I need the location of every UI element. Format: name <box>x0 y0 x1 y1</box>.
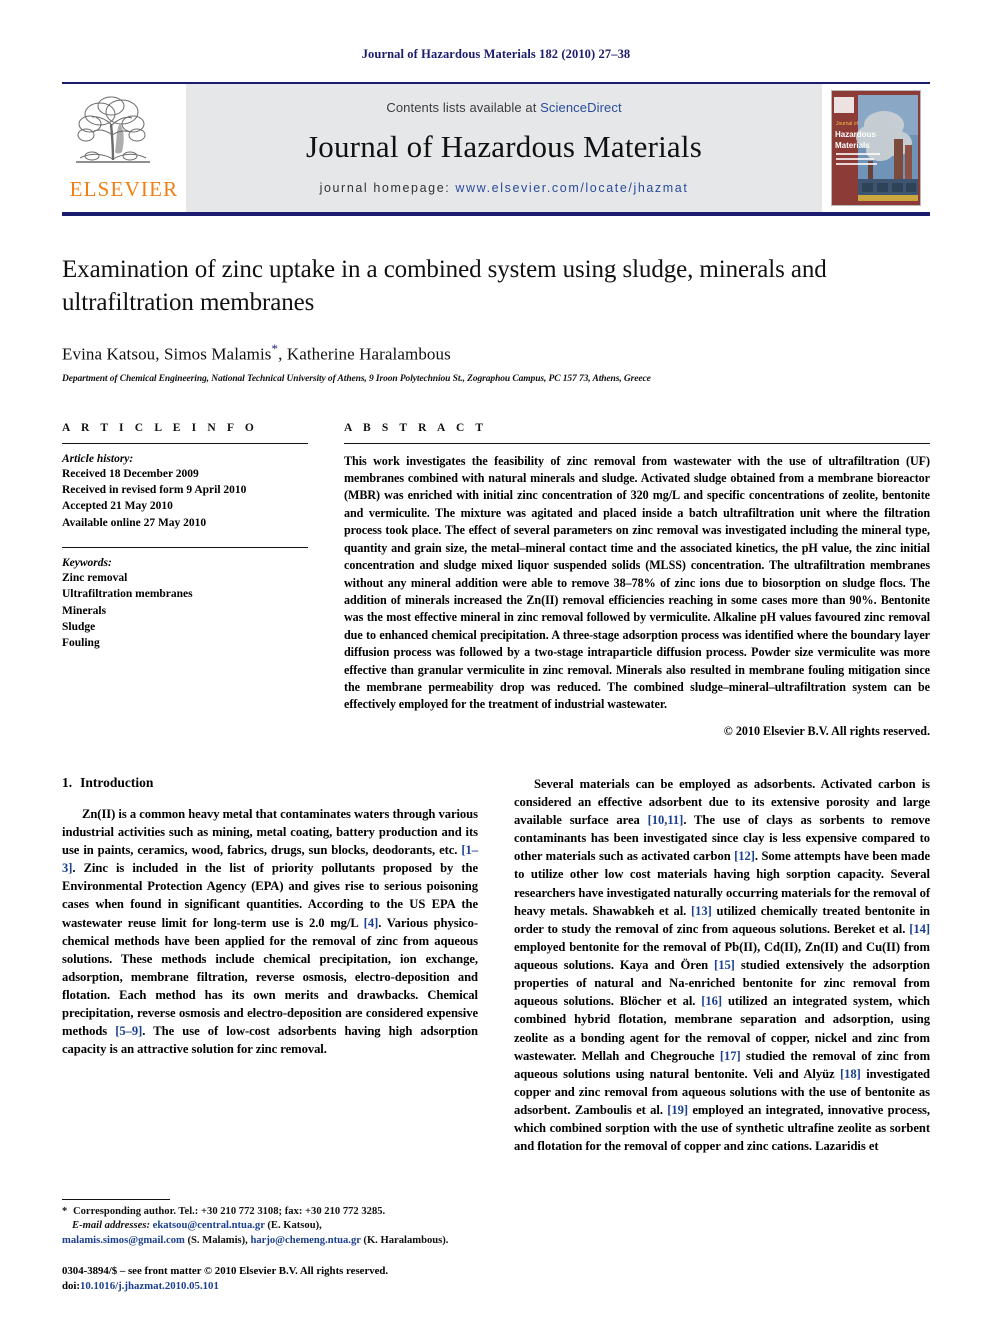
citation-ref[interactable]: [15] <box>714 958 735 972</box>
cover-artwork-icon: Journal of Hazardous Materials <box>832 91 920 205</box>
keyword-item: Fouling <box>62 637 100 650</box>
section-number: 1. <box>62 774 73 790</box>
svg-text:Hazardous: Hazardous <box>835 130 876 139</box>
journal-homepage-line: journal homepage: www.elsevier.com/locat… <box>320 181 689 195</box>
info-abstract-region: A R T I C L E I N F O Article history: R… <box>62 422 930 739</box>
citation-ref[interactable]: [13] <box>691 904 712 918</box>
authors-lead: Evina Katsou, Simos Malamis <box>62 344 272 364</box>
abstract-rule <box>344 442 930 444</box>
title-block: Examination of zinc uptake in a combined… <box>62 254 930 384</box>
contents-prefix: Contents lists available at <box>386 99 541 115</box>
author-list: Evina Katsou, Simos Malamis*, Katherine … <box>62 341 930 365</box>
elsevier-wordmark: ELSEVIER <box>69 177 179 201</box>
article-info-heading: A R T I C L E I N F O <box>62 421 258 434</box>
journal-masthead: ELSEVIER Contents lists available at Sci… <box>62 82 930 212</box>
footnote-email-line: E-mail addresses: ekatsou@central.ntua.g… <box>62 1219 476 1234</box>
page-title: Examination of zinc uptake in a combined… <box>62 256 827 316</box>
footnote-rule <box>62 1198 170 1200</box>
issn-copyright-line: 0304-3894/$ – see front matter © 2010 El… <box>62 1264 389 1277</box>
citation-ref[interactable]: [16] <box>701 994 722 1008</box>
history-item: Received 18 December 2009 <box>62 467 199 480</box>
history-item: Received in revised form 9 April 2010 <box>62 483 247 496</box>
email-addresses-label: E-mail addresses: <box>72 1220 150 1232</box>
keyword-item: Sludge <box>62 620 96 633</box>
corresponding-author-footnote: * Corresponding author. Tel.: +30 210 77… <box>62 1198 476 1249</box>
citation-ref[interactable]: [10,11] <box>648 813 684 827</box>
article-info-rule <box>62 442 308 444</box>
section-heading-introduction: 1. Introduction <box>62 775 478 791</box>
body-column-left: 1. Introduction Zn(II) is a common heavy … <box>62 775 478 1156</box>
body-columns: 1. Introduction Zn(II) is a common heavy … <box>62 775 930 1156</box>
homepage-url-link[interactable]: www.elsevier.com/locate/jhazmat <box>455 181 688 195</box>
citation-ref[interactable]: [4] <box>364 916 379 930</box>
history-item: Accepted 21 May 2010 <box>62 500 173 513</box>
elsevier-logo: ELSEVIER <box>62 84 186 212</box>
citation-ref[interactable]: [5–9] <box>115 1024 142 1038</box>
intro-paragraph-right: Several materials can be employed as ads… <box>514 775 930 1156</box>
citation-ref[interactable]: [18] <box>840 1067 861 1081</box>
doi-value-link[interactable]: 10.1016/j.jhazmat.2010.05.101 <box>80 1280 219 1292</box>
keywords-rule <box>62 546 308 548</box>
journal-cover-thumbnail: Journal of Hazardous Materials <box>822 84 930 212</box>
email-owner-haralambous: (K. Haralambous). <box>360 1235 449 1247</box>
email-link-katsou[interactable]: ekatsou@central.ntua.gr <box>153 1220 265 1231</box>
contents-available-line: Contents lists available at ScienceDirec… <box>386 100 621 115</box>
article-page: Journal of Hazardous Materials 182 (2010… <box>0 0 992 1323</box>
citation-ref[interactable]: [17] <box>720 1049 741 1063</box>
affiliation: Department of Chemical Engineering, Nati… <box>62 373 651 384</box>
citation-ref[interactable]: [19] <box>667 1103 688 1117</box>
doi-line: doi:10.1016/j.jhazmat.2010.05.101 <box>62 1279 562 1295</box>
sciencedirect-link[interactable]: ScienceDirect <box>540 100 622 115</box>
intro-paragraph-left: Zn(II) is a common heavy metal that cont… <box>62 805 478 1059</box>
intro-text-segment: Zn(II) is a common heavy metal that cont… <box>62 806 478 857</box>
email-owner-malamis: (S. Malamis), <box>184 1235 248 1247</box>
footnote-corresponding-text: Corresponding author. Tel.: +30 210 772 … <box>70 1205 386 1217</box>
abstract-text: This work investigates the feasibility o… <box>344 453 930 712</box>
history-item: Available online 27 May 2010 <box>62 516 207 529</box>
elsevier-tree-icon <box>75 96 150 163</box>
masthead-center-panel: Contents lists available at ScienceDirec… <box>186 84 822 212</box>
keyword-item: Minerals <box>62 604 107 617</box>
citation-ref[interactable]: [12] <box>734 849 755 863</box>
citation-ref[interactable]: [14] <box>909 922 930 936</box>
keyword-item: Ultrafiltration membranes <box>62 588 193 601</box>
abstract-heading: A B S T R A C T <box>344 421 488 434</box>
keyword-item: Zinc removal <box>62 571 128 584</box>
homepage-label: journal homepage: <box>319 180 451 195</box>
footnote-star: * <box>62 1205 68 1217</box>
authors-tail: , Katherine Haralambous <box>278 344 451 364</box>
svg-text:Journal of: Journal of <box>836 121 859 127</box>
intro-text-segment: . Various physico-chemical methods have … <box>62 915 478 1039</box>
abstract-copyright: © 2010 Elsevier B.V. All rights reserved… <box>723 723 930 738</box>
svg-text:Materials: Materials <box>835 141 870 150</box>
doi-label: doi: <box>62 1280 80 1293</box>
email-link-haralambous[interactable]: harjo@chemeng.ntua.gr <box>250 1235 360 1246</box>
keywords-title: Keywords: <box>62 556 112 569</box>
article-info-column: A R T I C L E I N F O Article history: R… <box>62 422 308 739</box>
footnote-email-line-2: malamis.simos@gmail.com (S. Malamis), ha… <box>62 1234 476 1249</box>
article-history-title: Article history: <box>62 452 134 465</box>
page-footer: 0304-3894/$ – see front matter © 2010 El… <box>62 1264 562 1295</box>
section-title: Introduction <box>80 774 154 790</box>
abstract-column: A B S T R A C T This work investigates t… <box>344 422 930 739</box>
email-link-malamis[interactable]: malamis.simos@gmail.com <box>62 1235 185 1246</box>
cover-image: Journal of Hazardous Materials <box>831 90 921 206</box>
footnote-corresponding-line: * Corresponding author. Tel.: +30 210 77… <box>62 1205 476 1220</box>
email-owner-katsou: (E. Katsou), <box>264 1220 322 1232</box>
journal-title: Journal of Hazardous Materials <box>306 128 702 164</box>
body-column-right: Several materials can be employed as ads… <box>514 775 930 1156</box>
masthead-bottom-rule <box>62 212 930 216</box>
running-head: Journal of Hazardous Materials 182 (2010… <box>361 47 631 61</box>
